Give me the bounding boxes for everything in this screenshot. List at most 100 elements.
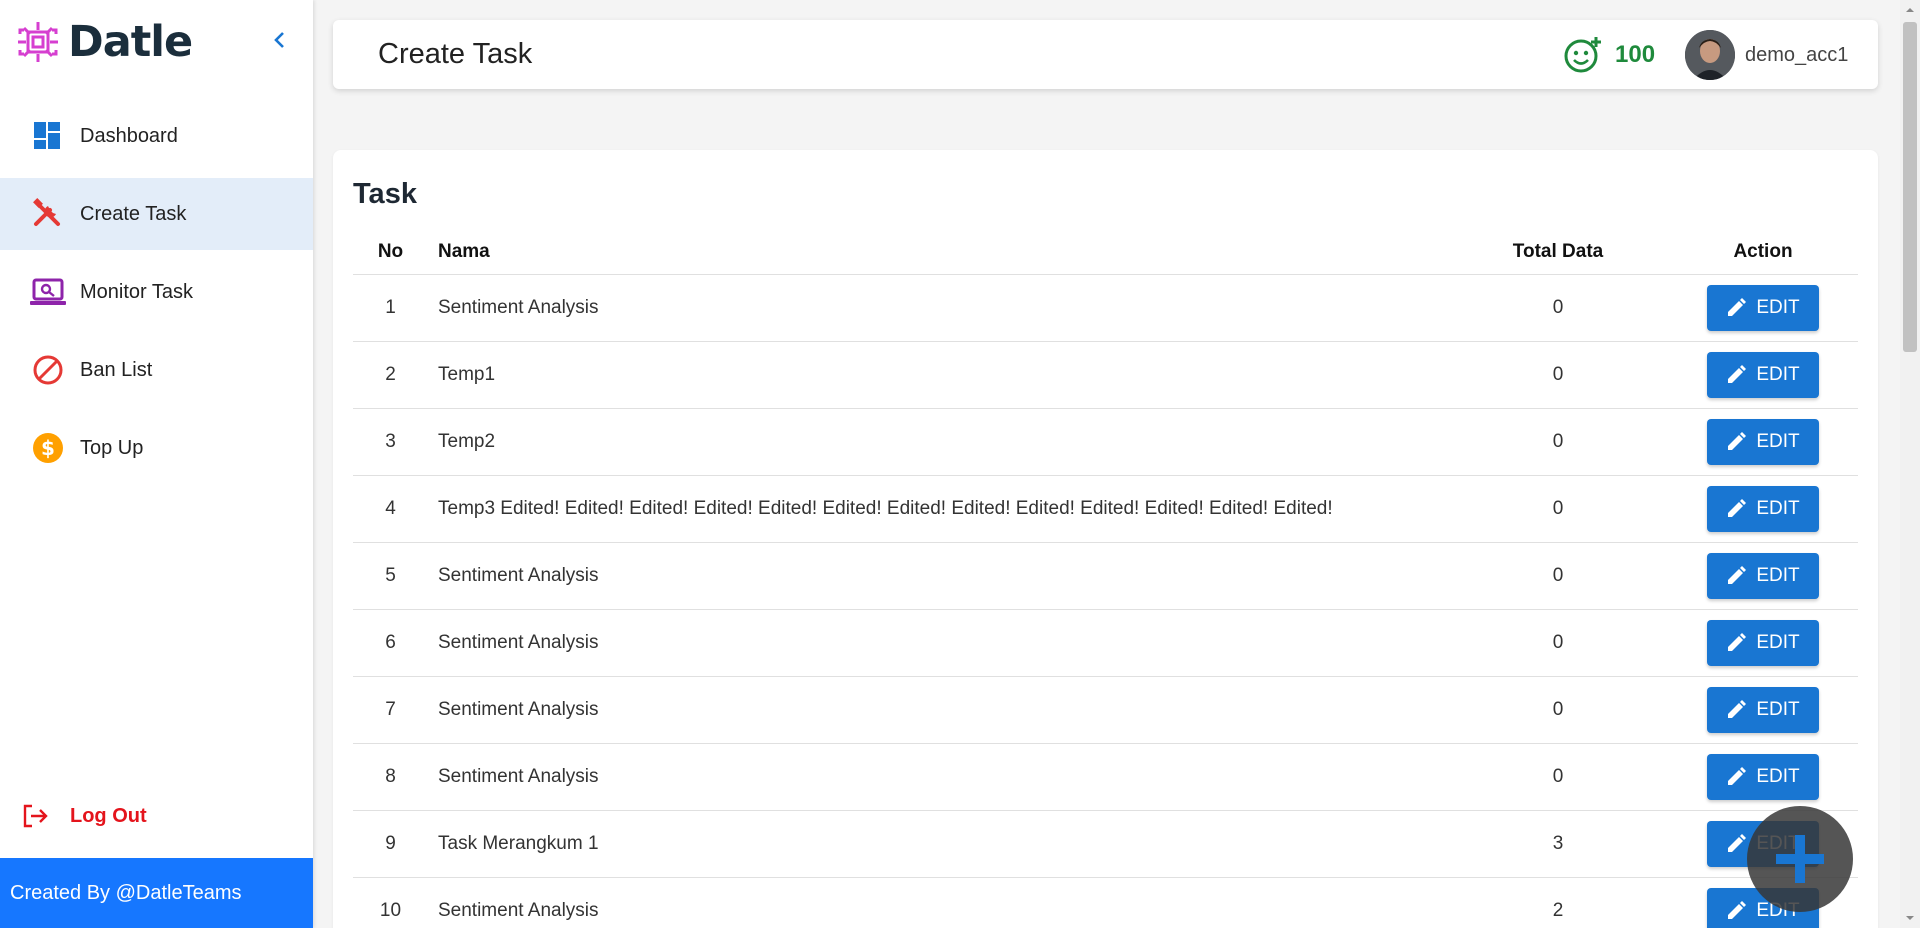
- brand[interactable]: Datle: [14, 14, 193, 70]
- sidebar-item-dashboard[interactable]: Dashboard: [0, 100, 313, 172]
- table-row: 1 Sentiment Analysis 0 EDIT: [353, 274, 1858, 342]
- pencil-icon: [1728, 766, 1747, 785]
- row-number: 1: [353, 274, 428, 342]
- avatar[interactable]: [1685, 30, 1735, 80]
- sidebar-item-label: Monitor Task: [80, 280, 194, 303]
- total-data: 0: [1448, 274, 1668, 342]
- edit-button[interactable]: EDIT: [1707, 552, 1819, 599]
- monitor-search-icon: [30, 274, 66, 310]
- table-row: 4 Temp3 Edited! Edited! Edited! Edited! E…: [353, 475, 1858, 543]
- pencil-icon: [1728, 833, 1747, 852]
- edit-label: EDIT: [1756, 698, 1800, 720]
- add-task-button[interactable]: [1747, 806, 1853, 912]
- edit-button[interactable]: EDIT: [1707, 686, 1819, 733]
- logout-button[interactable]: Log Out: [20, 796, 147, 836]
- pencil-icon: [1728, 364, 1747, 383]
- row-number: 5: [353, 542, 428, 610]
- scroll-down-arrow-icon[interactable]: [1905, 913, 1915, 923]
- page-scrollbar[interactable]: [1900, 0, 1920, 928]
- column-header-name: Nama: [428, 230, 1448, 275]
- edit-button[interactable]: EDIT: [1707, 619, 1819, 666]
- task-table: No Nama Total Data Action 1 Sentiment Ana…: [353, 230, 1858, 928]
- edit-button[interactable]: EDIT: [1707, 753, 1819, 800]
- sidebar-item-top-up[interactable]: $ Top Up: [0, 412, 313, 484]
- sidebar: Datle Dashboard Create Task Monitor Task…: [0, 0, 313, 928]
- header-bar: Create Task 100 demo_acc1: [333, 20, 1878, 89]
- table-row: 5 Sentiment Analysis 0 EDIT: [353, 542, 1858, 610]
- card-title: Task: [353, 178, 417, 210]
- edit-label: EDIT: [1756, 765, 1800, 787]
- dollar-coin-icon: $: [30, 430, 66, 466]
- edit-label: EDIT: [1756, 497, 1800, 519]
- total-data: 0: [1448, 609, 1668, 677]
- sidebar-item-create-task[interactable]: Create Task: [0, 178, 313, 250]
- edit-button[interactable]: EDIT: [1707, 418, 1819, 465]
- action-cell: EDIT: [1668, 341, 1858, 409]
- edit-label: EDIT: [1756, 430, 1800, 452]
- table-row: 3 Temp2 0 EDIT: [353, 408, 1858, 476]
- sidebar-nav: Dashboard Create Task Monitor Task Ban L…: [0, 100, 313, 490]
- total-data: 0: [1448, 408, 1668, 476]
- task-card: Task No Nama Total Data Action 1 Sentimen…: [333, 150, 1878, 928]
- task-name: Sentiment Analysis: [428, 877, 1448, 928]
- collapse-sidebar-button[interactable]: [266, 26, 294, 54]
- total-data: 0: [1448, 542, 1668, 610]
- username[interactable]: demo_acc1: [1745, 44, 1848, 67]
- sidebar-item-label: Top Up: [80, 436, 144, 459]
- chevron-left-icon: [274, 32, 284, 48]
- column-header-no: No: [353, 230, 428, 275]
- table-row: 7 Sentiment Analysis 0 EDIT: [353, 676, 1858, 744]
- pencil-icon: [1728, 900, 1747, 919]
- pencil-icon: [1728, 498, 1747, 517]
- action-cell: EDIT: [1668, 542, 1858, 610]
- total-data: 0: [1448, 341, 1668, 409]
- pencil-icon: [1728, 632, 1747, 651]
- pencil-icon: [1728, 297, 1747, 316]
- sidebar-item-label: Ban List: [80, 358, 153, 381]
- task-name: Sentiment Analysis: [428, 609, 1448, 677]
- action-cell: EDIT: [1668, 676, 1858, 744]
- dashboard-icon: [30, 118, 66, 154]
- row-number: 2: [353, 341, 428, 409]
- scrollbar-thumb[interactable]: [1903, 22, 1917, 352]
- edit-label: EDIT: [1756, 363, 1800, 385]
- task-name: Sentiment Analysis: [428, 743, 1448, 811]
- task-name: Sentiment Analysis: [428, 676, 1448, 744]
- total-data: 0: [1448, 475, 1668, 543]
- edit-label: EDIT: [1756, 296, 1800, 318]
- sidebar-item-ban-list[interactable]: Ban List: [0, 334, 313, 406]
- edit-label: EDIT: [1756, 564, 1800, 586]
- footer-credit: Created By @DatleTeams: [10, 881, 242, 904]
- table-header-row: No Nama Total Data Action: [353, 230, 1858, 275]
- row-number: 6: [353, 609, 428, 677]
- action-cell: EDIT: [1668, 743, 1858, 811]
- logout-icon: [23, 804, 48, 828]
- action-cell: EDIT: [1668, 475, 1858, 543]
- edit-button[interactable]: EDIT: [1707, 485, 1819, 532]
- task-name: Sentiment Analysis: [428, 542, 1448, 610]
- edit-label: EDIT: [1756, 631, 1800, 653]
- table-row: 6 Sentiment Analysis 0 EDIT: [353, 609, 1858, 677]
- sidebar-footer: Created By @DatleTeams: [0, 858, 313, 928]
- scroll-up-arrow-icon[interactable]: [1905, 5, 1915, 15]
- action-cell: EDIT: [1668, 274, 1858, 342]
- row-number: 9: [353, 810, 428, 878]
- total-data: 0: [1448, 743, 1668, 811]
- row-number: 10: [353, 877, 428, 928]
- row-number: 8: [353, 743, 428, 811]
- column-header-action: Action: [1668, 230, 1858, 275]
- task-name: Sentiment Analysis: [428, 274, 1448, 342]
- points-display: 100: [1563, 35, 1655, 75]
- pencil-icon: [1728, 565, 1747, 584]
- smiley-plus-icon: [1564, 37, 1601, 73]
- page-title: Create Task: [378, 38, 533, 70]
- action-cell: EDIT: [1668, 408, 1858, 476]
- task-name: Temp2: [428, 408, 1448, 476]
- edit-button[interactable]: EDIT: [1707, 284, 1819, 331]
- edit-button[interactable]: EDIT: [1707, 351, 1819, 398]
- total-data: 3: [1448, 810, 1668, 878]
- points-value: 100: [1615, 41, 1656, 68]
- task-name: Temp3 Edited! Edited! Edited! Edited! Ed…: [428, 475, 1448, 543]
- pencil-icon: [1728, 431, 1747, 450]
- sidebar-item-monitor-task[interactable]: Monitor Task: [0, 256, 313, 328]
